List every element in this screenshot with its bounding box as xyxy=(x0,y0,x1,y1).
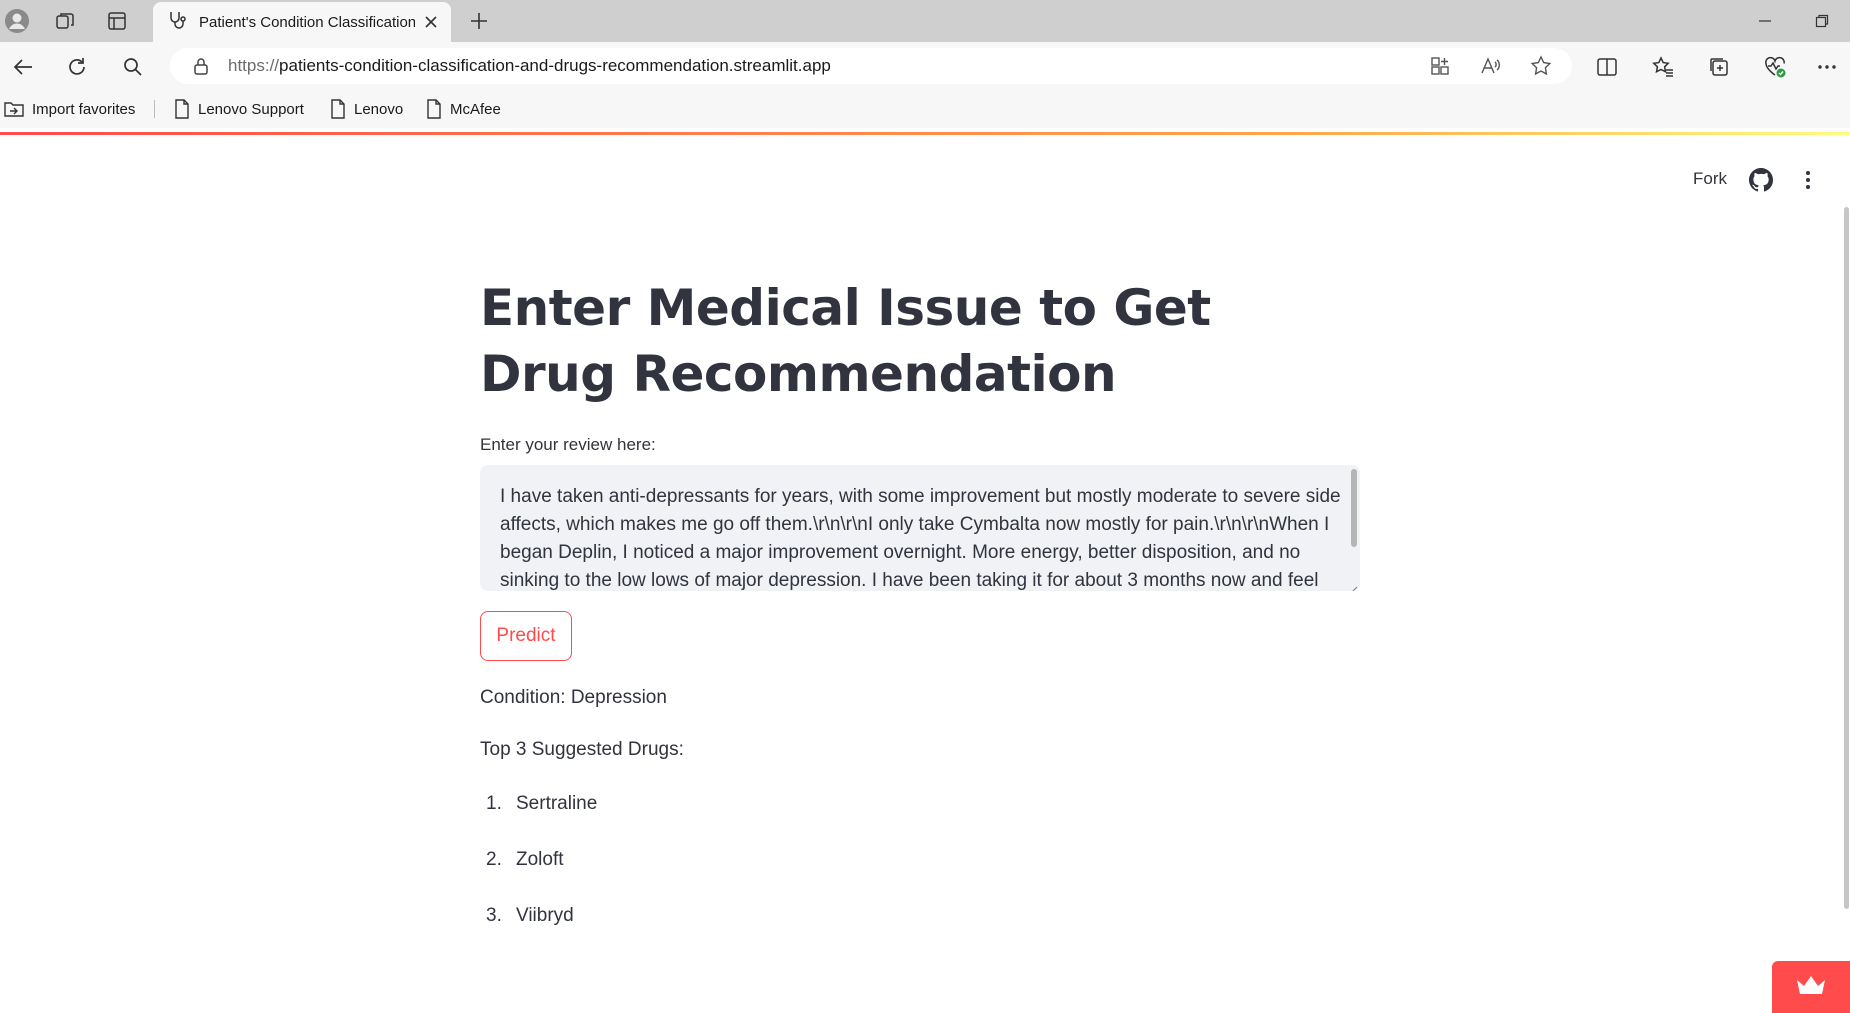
list-item-number: 2. xyxy=(486,849,502,870)
review-label: Enter your review here: xyxy=(480,435,656,454)
search-icon[interactable] xyxy=(120,54,146,80)
bookmarks-divider xyxy=(154,100,155,118)
vertical-tabs-icon[interactable] xyxy=(104,9,130,33)
streamlit-badge[interactable] xyxy=(1772,961,1850,1013)
bookmark-import-favorites[interactable]: Import favorites xyxy=(4,98,135,120)
page-scrollbar[interactable] xyxy=(1844,207,1849,909)
app-available-icon[interactable] xyxy=(1430,56,1450,81)
minimize-window-icon[interactable] xyxy=(1751,8,1779,34)
crown-icon xyxy=(1795,974,1827,1001)
active-tab[interactable]: Patient's Condition Classification and D… xyxy=(153,2,451,42)
collections-icon[interactable] xyxy=(1706,54,1732,80)
browser-toolbar: https://patients-condition-classificatio… xyxy=(0,42,1850,90)
close-tab-icon[interactable] xyxy=(421,12,441,32)
read-aloud-icon[interactable] xyxy=(1480,56,1500,81)
page-icon xyxy=(330,99,346,119)
list-item-number: 1. xyxy=(486,793,502,814)
review-text[interactable]: I have taken anti-depressants for years,… xyxy=(500,483,1346,591)
fork-button[interactable]: Fork xyxy=(1693,169,1727,189)
bookmark-label: Import favorites xyxy=(32,100,136,118)
profile-icon[interactable] xyxy=(4,8,30,34)
drug-name: Viibryd xyxy=(516,905,574,926)
list-item-number: 3. xyxy=(486,905,502,926)
bookmark-label: Lenovo Support xyxy=(198,100,304,118)
textarea-scrollbar[interactable] xyxy=(1351,469,1357,547)
url-text[interactable]: https://patients-condition-classificatio… xyxy=(228,56,831,76)
address-bar[interactable]: https://patients-condition-classificatio… xyxy=(170,48,1572,84)
tab-title: Patient's Condition Classification and D… xyxy=(199,13,415,31)
url-protocol: https:// xyxy=(228,56,280,75)
github-icon[interactable] xyxy=(1749,168,1774,197)
restore-window-icon[interactable] xyxy=(1808,8,1836,34)
split-screen-icon[interactable] xyxy=(1594,54,1620,80)
main-menu-icon[interactable] xyxy=(1796,168,1820,197)
predict-button[interactable]: Predict xyxy=(480,611,572,661)
drug-name: Sertraline xyxy=(516,793,598,814)
bookmark-lenovo-support[interactable]: Lenovo Support xyxy=(174,98,304,120)
favorite-star-icon[interactable] xyxy=(1530,55,1552,82)
stethoscope-icon xyxy=(167,10,187,35)
more-menu-icon[interactable] xyxy=(1814,54,1840,80)
workspaces-icon[interactable] xyxy=(52,9,78,33)
review-textarea[interactable]: I have taken anti-depressants for years,… xyxy=(480,465,1360,591)
new-tab-icon[interactable] xyxy=(466,8,492,34)
top-drugs-heading: Top 3 Suggested Drugs: xyxy=(480,739,684,760)
condition-result: Condition: Depression xyxy=(480,687,667,708)
bookmark-label: Lenovo xyxy=(354,100,404,118)
app-viewport: Fork Enter Medical Issue to Get Drug Rec… xyxy=(0,135,1850,1013)
browser-tab-bar: Patient's Condition Classification and D… xyxy=(0,0,1850,42)
page-icon xyxy=(174,99,190,119)
lock-icon[interactable] xyxy=(192,57,210,80)
bookmark-label: McAfee xyxy=(450,100,501,118)
page-icon xyxy=(426,99,442,119)
url-host: patients-condition-classification-and-dr… xyxy=(279,56,831,75)
browser-essentials-icon[interactable] xyxy=(1762,54,1788,80)
back-icon[interactable] xyxy=(10,54,36,80)
bookmark-mcafee[interactable]: McAfee xyxy=(426,98,501,120)
bookmarks-bar: Import favorites Lenovo Support Lenovo M… xyxy=(0,90,1850,128)
drug-name: Zoloft xyxy=(516,849,564,870)
bookmark-lenovo[interactable]: Lenovo xyxy=(330,98,403,120)
page-title: Enter Medical Issue to Get Drug Recommen… xyxy=(480,279,1211,403)
resize-handle-icon[interactable] xyxy=(1350,581,1358,591)
refresh-icon[interactable] xyxy=(64,54,90,80)
favorites-icon[interactable] xyxy=(1650,54,1676,80)
folder-import-icon xyxy=(4,100,24,118)
